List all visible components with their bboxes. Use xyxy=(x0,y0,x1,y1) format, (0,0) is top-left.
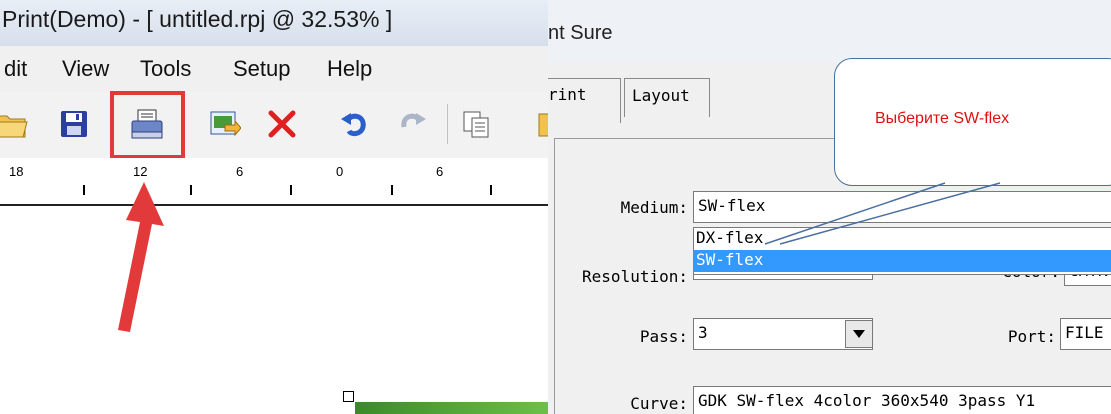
annotation-text: Выберите SW-flex xyxy=(875,110,1010,127)
menu-setup[interactable]: Setup xyxy=(233,56,291,82)
toolbar-separator xyxy=(447,104,448,144)
medium-label: Medium: xyxy=(620,198,688,217)
pass-dropdown-button[interactable] xyxy=(845,320,873,348)
open-folder-icon[interactable] xyxy=(0,104,32,144)
window-title: Print(Demo) - [ untitled.rpj @ 32.53% ] xyxy=(2,6,393,32)
dialog-title-bar xyxy=(548,0,1111,62)
ruler-label: 6 xyxy=(236,164,244,179)
dropdown-option-dx-flex[interactable]: DX-flex xyxy=(696,228,763,247)
menu-help[interactable]: Help xyxy=(327,56,372,82)
pass-label: Pass: xyxy=(639,327,688,346)
menu-edit[interactable]: dit xyxy=(4,56,27,82)
canvas-image-edge xyxy=(355,402,548,414)
dropdown-option-sw-flex[interactable]: SW-flex xyxy=(696,250,763,269)
menu-view[interactable]: View xyxy=(62,56,109,82)
port-field[interactable]: FILE xyxy=(1060,318,1111,350)
save-icon[interactable] xyxy=(54,104,94,144)
port-label: Port: xyxy=(1007,327,1056,346)
ruler-tick xyxy=(83,185,85,195)
undo-icon[interactable] xyxy=(334,104,374,144)
red-arrow-icon xyxy=(118,182,164,332)
tab-layout-label: Layout xyxy=(632,86,690,105)
ruler-label: 0 xyxy=(336,164,344,179)
redo-icon[interactable] xyxy=(393,104,433,144)
ruler-label: 18 xyxy=(9,164,24,179)
paste-icon[interactable] xyxy=(528,104,548,144)
curve-label: Curve: xyxy=(630,394,688,413)
print-demo-window: Print(Demo) - [ untitled.rpj @ 32.53% ] … xyxy=(0,0,548,414)
medium-field[interactable]: SW-flex xyxy=(693,191,1111,223)
print-button-highlight xyxy=(110,91,185,159)
ruler-tick xyxy=(190,185,192,195)
ruler-tick xyxy=(490,185,492,195)
resolution-label: Resolution: xyxy=(582,267,688,286)
delete-icon[interactable] xyxy=(262,104,302,144)
ruler-label: 12 xyxy=(133,164,148,179)
ruler-tick xyxy=(391,185,393,195)
dialog-title: nt Sure xyxy=(548,22,613,44)
export-image-icon[interactable] xyxy=(205,104,245,144)
ruler-label: 6 xyxy=(436,164,444,179)
curve-field[interactable]: GDK SW-flex 4color 360x540 3pass Y1 xyxy=(693,386,1111,414)
chevron-down-icon xyxy=(853,330,865,338)
selection-handle[interactable] xyxy=(343,391,354,402)
ruler xyxy=(0,158,548,206)
menu-tools[interactable]: Tools xyxy=(140,56,191,82)
tab-print-label: rint xyxy=(548,85,587,104)
copy-icon[interactable] xyxy=(456,104,496,144)
ruler-tick xyxy=(290,185,292,195)
